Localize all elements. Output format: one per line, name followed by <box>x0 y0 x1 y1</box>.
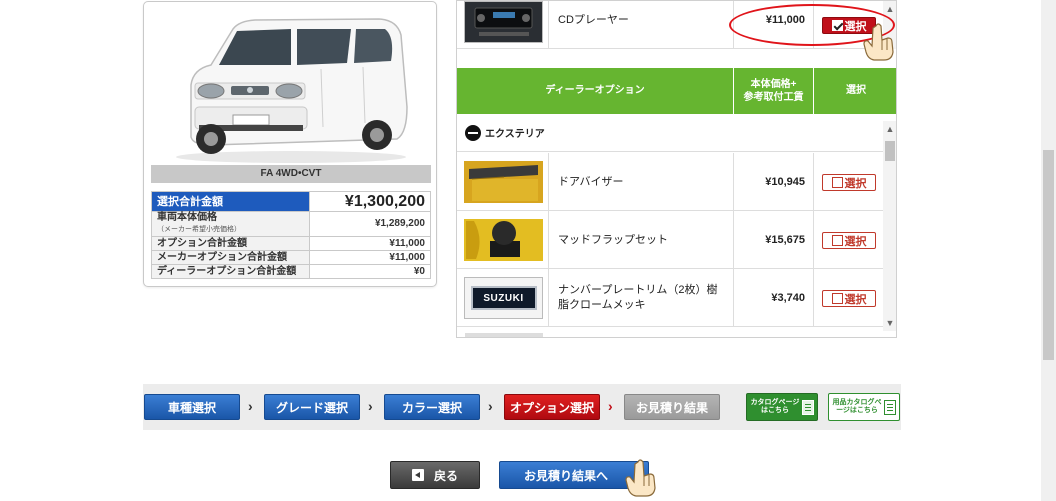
option-row-mud-flap: マッドフラップセット ¥15,675 選択 <box>457 211 883 269</box>
chevron-right-icon: › <box>368 398 373 414</box>
step-color-select[interactable]: カラー選択 <box>384 394 480 420</box>
mud-flap-thumbnail <box>464 219 543 261</box>
select-button-plate-rim[interactable]: 選択 <box>822 290 876 307</box>
options-panel: CDプレーヤー ¥11,000 選択 ▲ ディーラーオプション 本体価格+ 参考… <box>456 0 897 338</box>
divider <box>548 1 549 49</box>
car-image <box>151 7 431 165</box>
chevron-right-icon: › <box>488 398 493 414</box>
step-vehicle-select[interactable]: 車種選択 <box>144 394 240 420</box>
back-label: 戻る <box>433 468 458 483</box>
mud-flap-image <box>464 219 543 261</box>
option-total-label: オプション合計金額 <box>151 236 310 251</box>
price-column-header: 本体価格+ 参考取付工賃 <box>733 68 813 114</box>
accessory-catalog-icon <box>884 399 896 415</box>
cd-player-thumbnail <box>464 1 543 43</box>
accessory-catalog-label: 用品カタログページはこちら <box>832 399 882 414</box>
page-scrollbar-thumb[interactable] <box>1043 150 1054 360</box>
price-summary-table: 選択合計金額 ¥1,300,200 車両本体価格 （メーカー希望小売価格） ¥1… <box>151 191 431 279</box>
total-label: 選択合計金額 <box>151 191 310 212</box>
option-price: ¥15,675 <box>765 234 805 246</box>
divider <box>813 211 814 269</box>
base-price-label-text: 車両本体価格 <box>157 212 217 223</box>
car-illustration <box>176 18 408 163</box>
checkbox-icon <box>831 235 843 246</box>
base-price-value: ¥1,289,200 <box>309 211 431 237</box>
select-label: 選択 <box>844 235 867 248</box>
select-button-mud-flap[interactable]: 選択 <box>822 232 876 249</box>
door-visor-image <box>464 161 543 203</box>
option-name: CDプレーヤー <box>558 13 629 26</box>
step-estimate-result[interactable]: お見積り結果 <box>624 394 720 420</box>
divider <box>548 211 549 269</box>
base-price-label: 車両本体価格 （メーカー希望小売価格） <box>151 211 310 237</box>
price-column-line2: 参考取付工賃 <box>743 92 804 103</box>
option-total-value: ¥11,000 <box>309 236 431 251</box>
checkbox-icon <box>831 293 843 304</box>
scroll-up-icon[interactable]: ▲ <box>883 3 896 15</box>
car-panel: FA 4WD•CVT 選択合計金額 ¥1,300,200 車両本体価格 （メーカ… <box>143 1 437 287</box>
car-grade-caption: FA 4WD•CVT <box>151 165 431 183</box>
accessory-catalog-button[interactable]: 用品カタログページはこちら <box>828 393 900 421</box>
dealer-option-total-label: ディーラーオプション合計金額 <box>151 264 310 279</box>
select-label: 選択 <box>844 293 867 306</box>
scroll-down-icon[interactable]: ▼ <box>883 317 896 329</box>
scrollbar-thumb[interactable] <box>885 141 895 161</box>
option-price: ¥11,000 <box>765 14 805 26</box>
catalog-icon <box>802 399 814 415</box>
scroll-up-icon[interactable]: ▲ <box>883 123 896 135</box>
divider <box>548 153 549 211</box>
collapse-icon[interactable] <box>465 124 481 141</box>
select-label: 選択 <box>844 177 867 190</box>
pointing-hand-icon <box>625 459 656 497</box>
pointing-hand-icon <box>863 23 894 61</box>
door-visor-thumbnail <box>464 161 543 203</box>
step-grade-select[interactable]: グレード選択 <box>264 394 360 420</box>
option-row-door-visor: ドアバイザー ¥10,945 選択 <box>457 153 883 211</box>
option-row-plate-rim: SUZUKI ナンバープレートリム（2枚）樹脂クロームメッキ ¥3,740 選択 <box>457 269 883 327</box>
divider <box>813 153 814 211</box>
price-column-line1: 本体価格+ <box>750 79 797 90</box>
divider <box>813 1 814 49</box>
option-name: ドアバイザー <box>558 175 624 188</box>
option-name: マッドフラップセット <box>558 233 668 246</box>
maker-option-total-label: メーカーオプション合計金額 <box>151 250 310 265</box>
option-price: ¥10,945 <box>765 176 805 188</box>
option-price: ¥3,740 <box>771 292 805 304</box>
catalog-label: カタログページはこちら <box>750 399 800 414</box>
dealer-option-title: ディーラーオプション <box>545 85 645 96</box>
checkbox-icon <box>831 177 843 188</box>
dealer-options-scrollbar[interactable]: ▲ ▼ <box>883 121 896 331</box>
page-scrollbar[interactable] <box>1041 0 1056 501</box>
next-row-thumbnail-edge <box>465 333 543 337</box>
suzuki-emblem: SUZUKI <box>470 286 537 310</box>
base-price-sublabel: （メーカー希望小売価格） <box>157 226 241 233</box>
dealer-option-header: ディーラーオプション 本体価格+ 参考取付工賃 選択 <box>457 68 896 114</box>
divider <box>813 269 814 327</box>
category-label: エクステリア <box>485 129 545 140</box>
select-button-door-visor[interactable]: 選択 <box>822 174 876 191</box>
step-option-select[interactable]: オプション選択 <box>504 394 600 420</box>
next-label: お見積り結果へ <box>524 468 609 483</box>
step-navigation: 車種選択 › グレード選択 › カラー選択 › オプション選択 › お見積り結果… <box>143 384 901 430</box>
back-button[interactable]: 戻る <box>390 461 480 489</box>
catalog-page-button[interactable]: カタログページはこちら <box>746 393 818 421</box>
plate-rim-thumbnail: SUZUKI <box>464 277 543 319</box>
chevron-right-icon: › <box>608 398 613 414</box>
maker-option-total-value: ¥11,000 <box>309 250 431 265</box>
dealer-option-total-value: ¥0 <box>309 264 431 279</box>
back-arrow-icon <box>411 469 424 481</box>
divider <box>548 269 549 327</box>
option-row-cd-player: CDプレーヤー ¥11,000 選択 <box>457 1 883 49</box>
checkbox-checked-icon <box>831 20 843 31</box>
cd-player-image <box>465 2 542 42</box>
category-exterior[interactable]: エクステリア <box>457 114 883 152</box>
chevron-right-icon: › <box>248 398 253 414</box>
select-column-header: 選択 <box>813 68 896 114</box>
option-name: ナンバープレートリム（2枚）樹脂クロームメッキ <box>558 284 718 311</box>
total-value: ¥1,300,200 <box>309 191 431 212</box>
